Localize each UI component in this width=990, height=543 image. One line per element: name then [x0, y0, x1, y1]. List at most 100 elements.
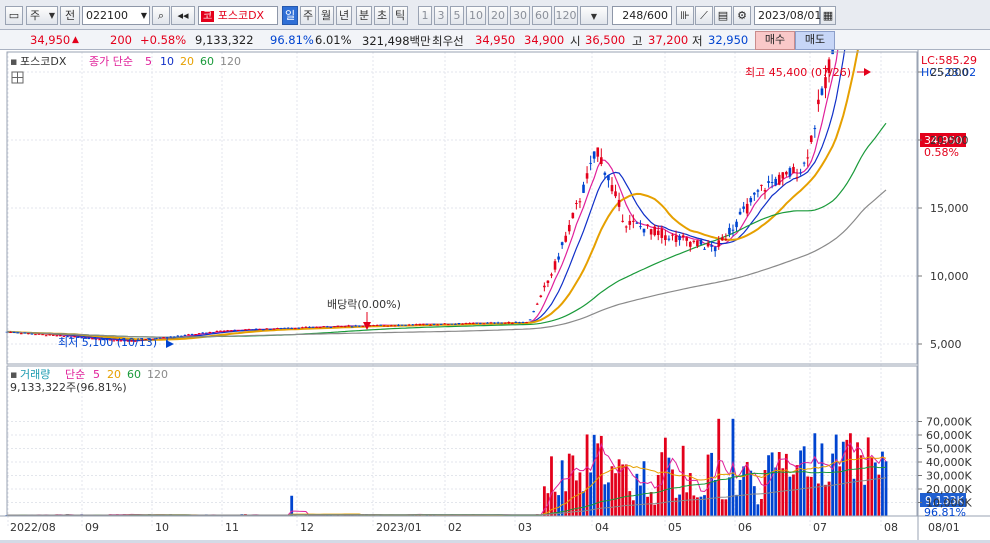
candle-body — [162, 337, 165, 338]
candle-body — [187, 334, 190, 335]
candle-body — [774, 179, 777, 185]
price-legend-title: 종가 단순 — [89, 55, 133, 68]
high-price: 37,200 — [648, 33, 688, 47]
bid-price: 34,900 — [524, 33, 564, 47]
date-field[interactable]: 2023/08/01 — [754, 6, 820, 25]
code-input[interactable]: 022100▼ — [82, 6, 150, 25]
best-quote-label: 최우선 — [432, 33, 464, 49]
candle-body — [732, 230, 735, 231]
change-percent: +0.58% — [140, 33, 186, 47]
candle-body — [212, 332, 215, 333]
candle-body — [739, 212, 742, 215]
candle-body — [710, 245, 713, 247]
date-tick-label: 05 — [668, 521, 682, 534]
period-week-button[interactable]: 주 — [300, 6, 316, 25]
period-second-button[interactable]: 초 — [374, 6, 390, 25]
speaker-icon[interactable]: ◂◂ — [171, 6, 195, 25]
chart-area[interactable]: ▪ 포스코DX 종가 단순 5 10 20 60 120 LC:585.29 H… — [0, 50, 990, 540]
volume-bar — [653, 505, 656, 516]
period-minute-button[interactable]: 분 — [356, 6, 372, 25]
volume-bar — [753, 486, 756, 516]
candle-body — [326, 326, 329, 327]
candle-body — [394, 325, 397, 326]
interval-60-button[interactable]: 60 — [532, 6, 552, 25]
candle-body — [216, 331, 219, 332]
period-month-button[interactable]: 월 — [318, 6, 334, 25]
candle-body — [522, 322, 525, 323]
candle-body — [290, 328, 293, 329]
candle-body — [298, 328, 301, 329]
volume-bar — [628, 491, 631, 516]
candle-body — [493, 322, 496, 323]
candle-body — [507, 322, 510, 323]
candle-body — [241, 330, 244, 331]
candle-body — [725, 239, 728, 240]
sell-button[interactable]: 매도 — [795, 31, 835, 50]
candle-body — [347, 325, 350, 326]
interval-20-button[interactable]: 20 — [488, 6, 508, 25]
candle-body — [781, 172, 784, 178]
candle-body — [671, 235, 674, 236]
market-sub-button[interactable]: 전 — [60, 6, 80, 25]
stock-chart[interactable]: ▪ 포스코DX 종가 단순 5 10 20 60 120 LC:585.29 H… — [0, 50, 990, 540]
search-icon[interactable]: ⌕ — [152, 6, 170, 25]
volume-bar — [682, 446, 685, 516]
candle-body — [408, 325, 411, 326]
candle-body — [305, 327, 308, 328]
price-tick-label: 20,000 — [930, 134, 969, 147]
period-year-button[interactable]: 년 — [336, 6, 352, 25]
date-tick-label: 2022/08 — [10, 521, 56, 534]
candle-body — [198, 333, 201, 334]
candle-body — [753, 193, 756, 195]
period-day-button[interactable]: 일 — [282, 6, 298, 25]
volume-bar — [703, 495, 706, 516]
candle-body — [330, 327, 333, 328]
interval-10-button[interactable]: 10 — [466, 6, 486, 25]
price-legend-name: 포스코DX — [20, 55, 67, 68]
candle-body — [13, 332, 16, 333]
candle-body — [625, 226, 628, 227]
candle-body — [561, 242, 564, 245]
interval-3-button[interactable]: 3 — [434, 6, 448, 25]
volume-bar — [724, 499, 727, 516]
candle-body — [540, 296, 543, 297]
save-icon[interactable]: ▤ — [714, 6, 732, 25]
line-chart-icon[interactable]: ⟋ — [695, 6, 713, 25]
candle-body — [38, 334, 41, 335]
candle-body — [201, 333, 204, 334]
candle-body — [429, 325, 432, 326]
volume-bar — [696, 497, 699, 516]
candle-icon[interactable]: ⊪ — [676, 6, 694, 25]
volume-bar — [582, 491, 585, 516]
candle-body — [351, 326, 354, 327]
candle-body — [789, 168, 792, 177]
ma20-label: 20 — [180, 55, 194, 68]
candle-body — [20, 333, 23, 334]
candle-body — [166, 337, 169, 338]
interval-1-button[interactable]: 1 — [418, 6, 432, 25]
period-tick-button[interactable]: 틱 — [392, 6, 408, 25]
date-tick-label: 04 — [595, 521, 609, 534]
candle-body — [397, 325, 400, 326]
market-type-label: 주 — [30, 9, 40, 22]
volume-bar — [792, 474, 795, 516]
candle-body — [557, 257, 560, 260]
interval-5-button[interactable]: 5 — [450, 6, 464, 25]
candle-body — [572, 213, 575, 218]
interval-dropdown[interactable]: ▼ — [580, 6, 608, 25]
market-type-select[interactable]: 주▼ — [26, 6, 58, 25]
gear-icon[interactable]: ⚙ — [733, 6, 751, 25]
interval-120-button[interactable]: 120 — [554, 6, 578, 25]
candle-body — [721, 237, 724, 240]
window-icon[interactable]: ▭ — [5, 6, 23, 25]
candle-body — [205, 333, 208, 334]
stock-name-field[interactable]: 코 포스코DX — [198, 6, 278, 25]
volume-bar — [614, 473, 617, 516]
candle-body — [749, 198, 752, 202]
volume-bar — [799, 450, 802, 516]
calendar-icon[interactable]: ▦ — [820, 6, 836, 25]
count-field[interactable]: 248/600 — [612, 6, 672, 25]
interval-30-button[interactable]: 30 — [510, 6, 530, 25]
buy-button[interactable]: 매수 — [755, 31, 795, 50]
volume-legend-title: 단순 — [65, 368, 85, 381]
